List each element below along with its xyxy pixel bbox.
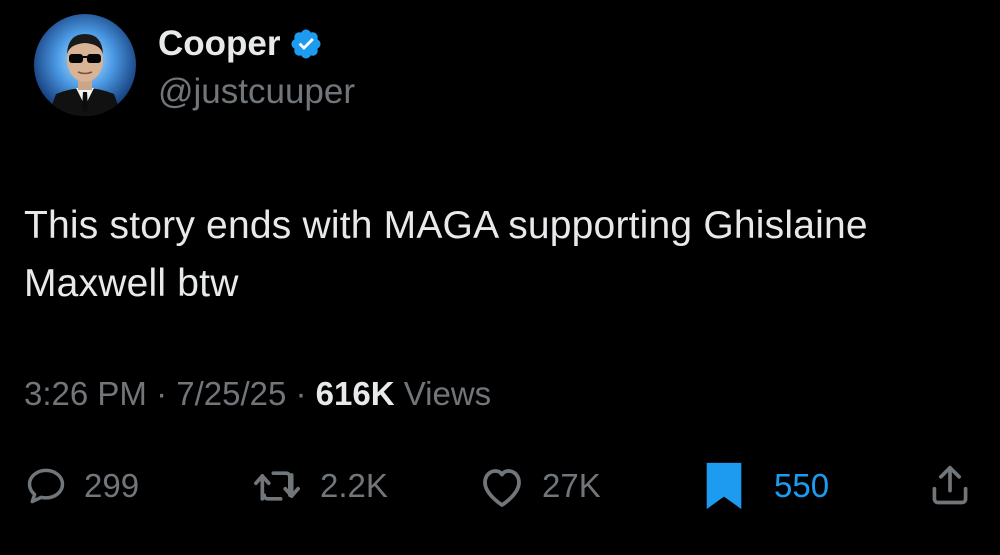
retweet-icon <box>254 471 300 501</box>
action-bar: 299 2.2K 27K 550 <box>0 458 1000 514</box>
display-name[interactable]: Cooper <box>158 26 281 61</box>
reply-icon <box>27 468 65 504</box>
meta-separator: · <box>286 375 316 412</box>
avatar[interactable] <box>34 14 136 116</box>
tweet-text: This story ends with MAGA supporting Ghi… <box>24 204 868 305</box>
bookmark-count: 550 <box>774 467 830 504</box>
avatar-man-in-sunglasses-icon <box>34 14 136 116</box>
bookmark-filled-icon <box>706 462 742 510</box>
author-handle[interactable]: @justcuuper <box>158 74 355 109</box>
views-label: Views <box>394 375 492 412</box>
tweet-metadata: 3:26 PM · 7/25/25 · 616K Views <box>24 377 491 410</box>
tweet-time[interactable]: 3:26 PM <box>24 375 147 412</box>
views-count[interactable]: 616K <box>316 375 395 412</box>
bookmark-button[interactable]: 550 <box>702 458 829 514</box>
meta-separator: · <box>146 375 177 412</box>
verified-badge-icon <box>289 27 323 61</box>
like-button[interactable]: 27K <box>478 458 601 514</box>
share-icon <box>932 465 968 505</box>
tweet-date[interactable]: 7/25/25 <box>176 375 286 412</box>
reply-count: 299 <box>84 467 140 504</box>
share-button[interactable] <box>928 458 972 514</box>
author-name-row[interactable]: Cooper <box>158 26 323 61</box>
reply-button[interactable]: 299 <box>24 458 139 514</box>
like-icon <box>483 469 521 507</box>
retweet-count: 2.2K <box>320 467 388 504</box>
retweet-button[interactable]: 2.2K <box>250 458 388 514</box>
like-count: 27K <box>542 467 601 504</box>
